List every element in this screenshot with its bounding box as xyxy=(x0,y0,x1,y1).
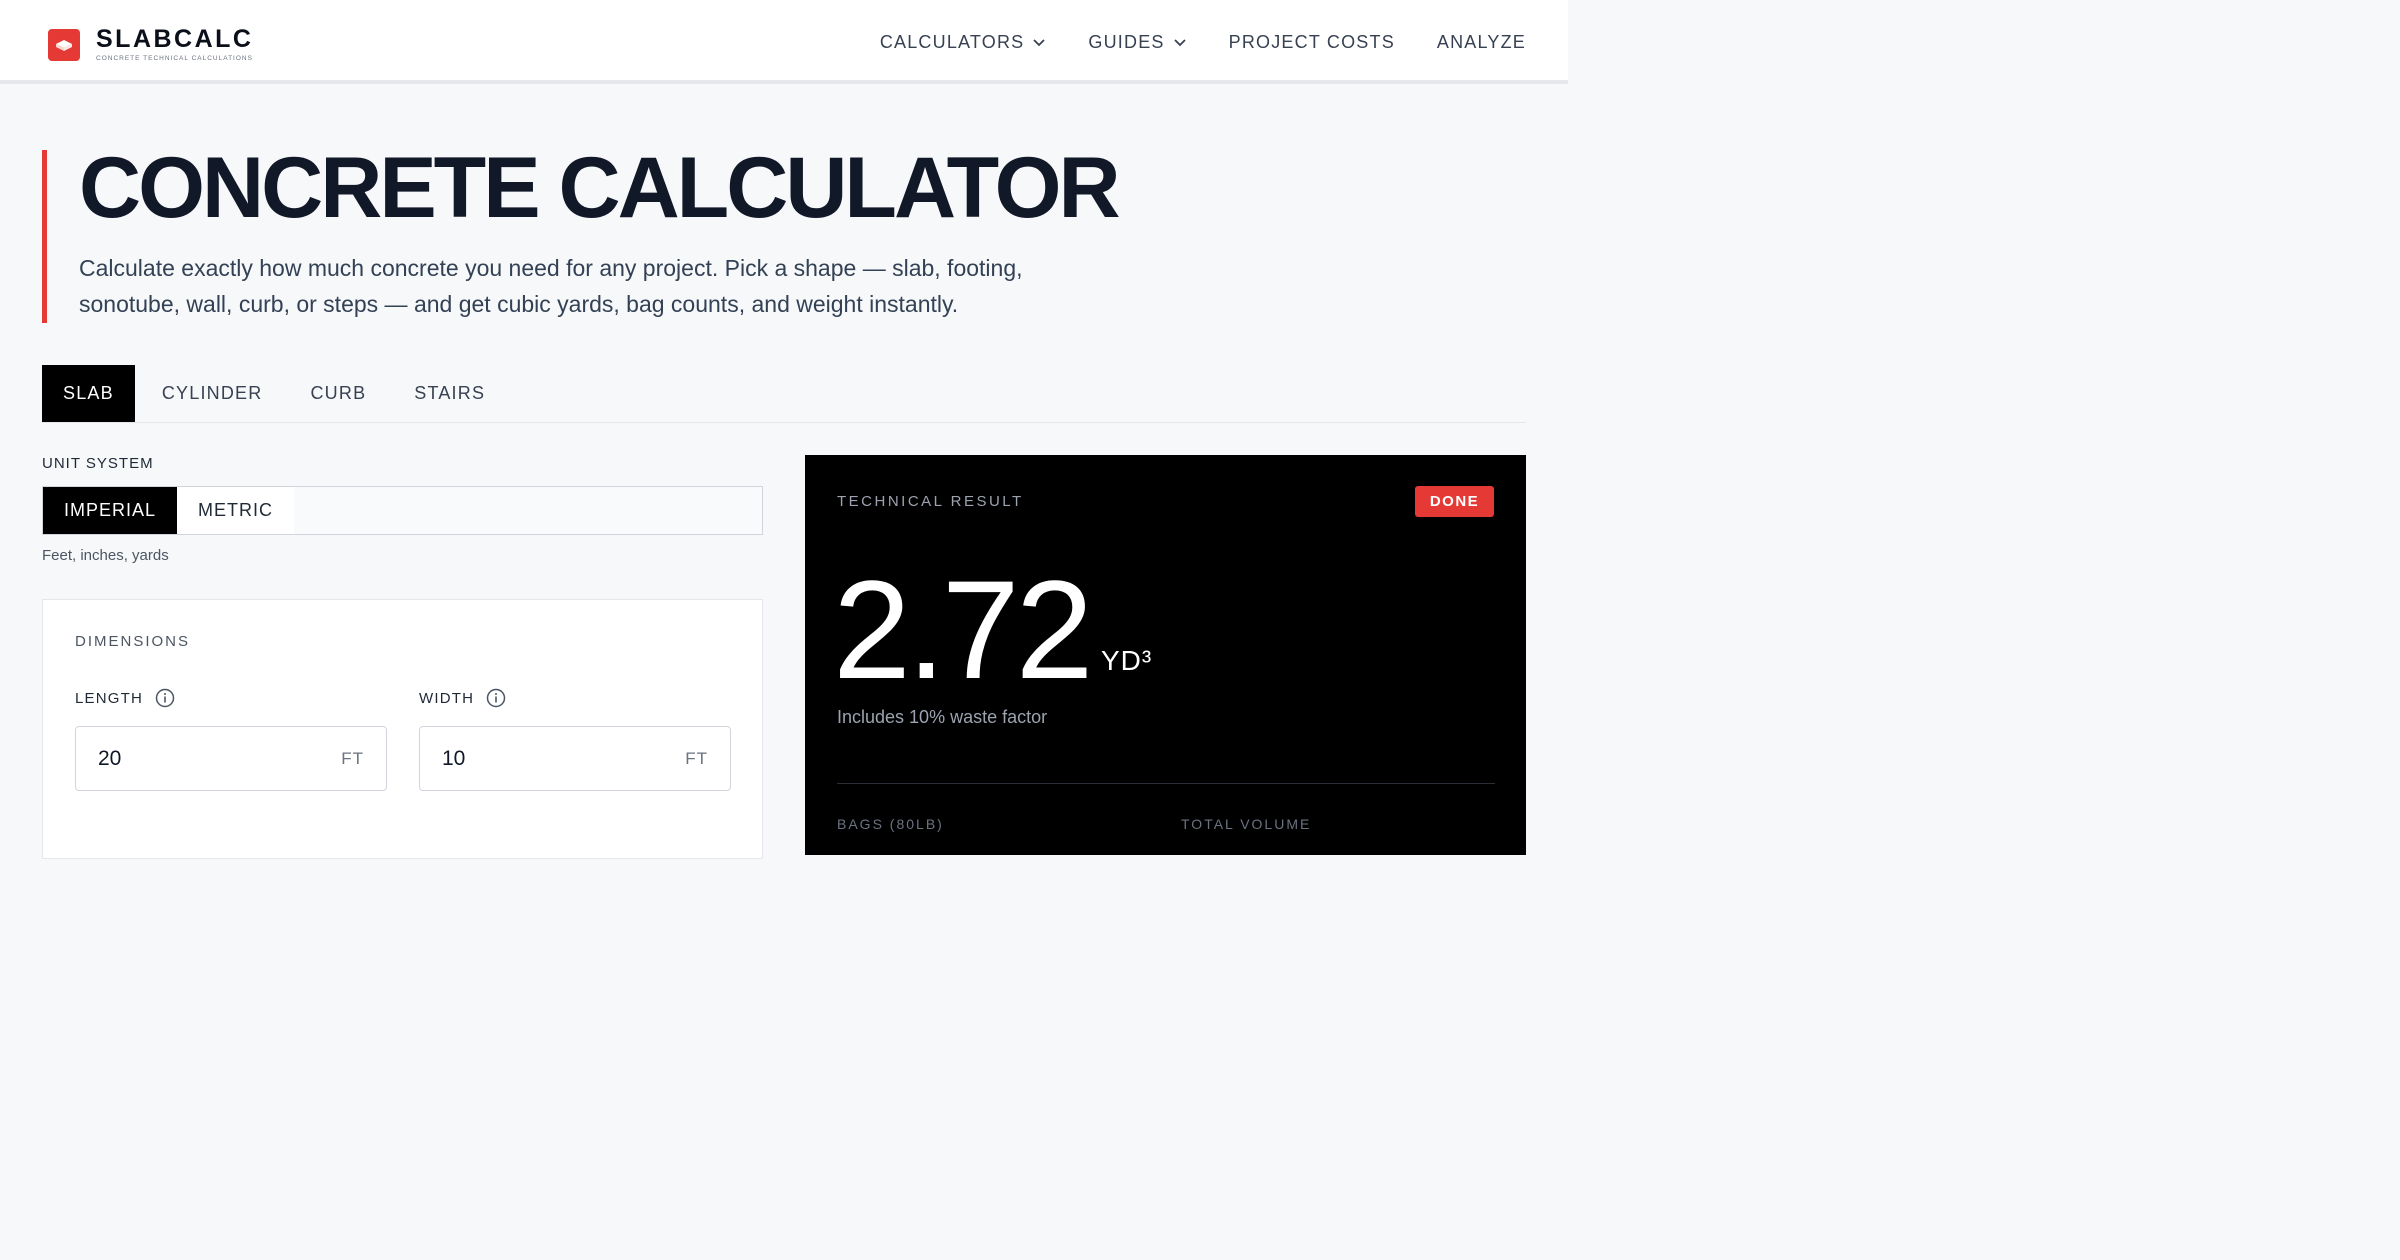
nav-project-costs[interactable]: PROJECT COSTS xyxy=(1229,30,1395,54)
result-note: Includes 10% waste factor xyxy=(837,707,1048,727)
length-unit: FT xyxy=(341,748,364,768)
main-nav: CALCULATORS GUIDES PROJECT COSTS ANALYZE xyxy=(838,30,1526,54)
chevron-down-icon xyxy=(1033,39,1046,47)
nav-calculators[interactable]: CALCULATORS xyxy=(880,30,1047,54)
info-icon[interactable] xyxy=(486,688,506,708)
page-title: CONCRETE CALCULATOR xyxy=(79,140,1121,236)
unit-system-toggle: IMPERIAL METRIC xyxy=(42,486,763,535)
dimensions-card: DIMENSIONS LENGTH FT WIDTH FT xyxy=(42,599,763,859)
length-field[interactable]: FT xyxy=(75,726,387,791)
width-field[interactable]: FT xyxy=(419,726,731,791)
result-value: 2.72 xyxy=(833,551,1093,708)
result-label: TECHNICAL RESULT xyxy=(837,493,1024,510)
width-input[interactable] xyxy=(442,746,642,771)
tab-cylinder[interactable]: CYLINDER xyxy=(141,365,284,422)
result-stat-bags: BAGS (80LB) xyxy=(837,816,944,832)
width-label-text: WIDTH xyxy=(419,689,475,707)
shape-tabs: SLAB CYLINDER CURB STAIRS xyxy=(42,365,1526,423)
nav-calculators-label: CALCULATORS xyxy=(879,31,1025,52)
logo[interactable]: SLABCALC CONCRETE TECHNICAL CALCULATIONS xyxy=(48,27,254,62)
tab-stairs[interactable]: STAIRS xyxy=(393,365,506,422)
unit-metric-button[interactable]: METRIC xyxy=(177,487,295,534)
page-subtitle: Calculate exactly how much concrete you … xyxy=(79,255,1023,317)
result-unit: YD³ xyxy=(1101,645,1153,676)
nav-analyze[interactable]: ANALYZE xyxy=(1437,30,1526,54)
nav-project-costs-label: PROJECT COSTS xyxy=(1228,31,1395,52)
brand-tagline: CONCRETE TECHNICAL CALCULATIONS xyxy=(96,55,253,62)
unit-system-label: UNIT SYSTEM xyxy=(42,455,154,472)
unit-imperial-button[interactable]: IMPERIAL xyxy=(43,487,178,534)
length-label-text: LENGTH xyxy=(75,689,144,707)
length-input[interactable] xyxy=(98,746,298,771)
tab-curb[interactable]: CURB xyxy=(289,365,387,422)
nav-guides-label: GUIDES xyxy=(1088,31,1165,52)
nav-guides[interactable]: GUIDES xyxy=(1088,30,1186,54)
slab-icon xyxy=(48,28,80,61)
site-header: SLABCALC CONCRETE TECHNICAL CALCULATIONS… xyxy=(0,0,1568,84)
info-icon[interactable] xyxy=(155,688,175,708)
result-panel: TECHNICAL RESULT DONE 2.72 YD³ Includes … xyxy=(805,455,1526,855)
result-stat-total-volume: TOTAL VOLUME xyxy=(1181,816,1312,832)
result-divider xyxy=(837,783,1495,784)
width-unit: FT xyxy=(685,748,708,768)
brand-name: SLABCALC xyxy=(96,25,254,53)
tab-slab[interactable]: SLAB xyxy=(42,365,135,422)
hero-section: CONCRETE CALCULATOR Calculate exactly ho… xyxy=(42,140,1142,323)
length-label: LENGTH xyxy=(75,688,175,708)
chevron-down-icon xyxy=(1173,39,1186,47)
dimensions-title: DIMENSIONS xyxy=(75,633,191,650)
nav-analyze-label: ANALYZE xyxy=(1436,31,1526,52)
width-label: WIDTH xyxy=(419,688,506,708)
status-badge: DONE xyxy=(1415,486,1494,517)
unit-system-hint: Feet, inches, yards xyxy=(42,547,169,564)
